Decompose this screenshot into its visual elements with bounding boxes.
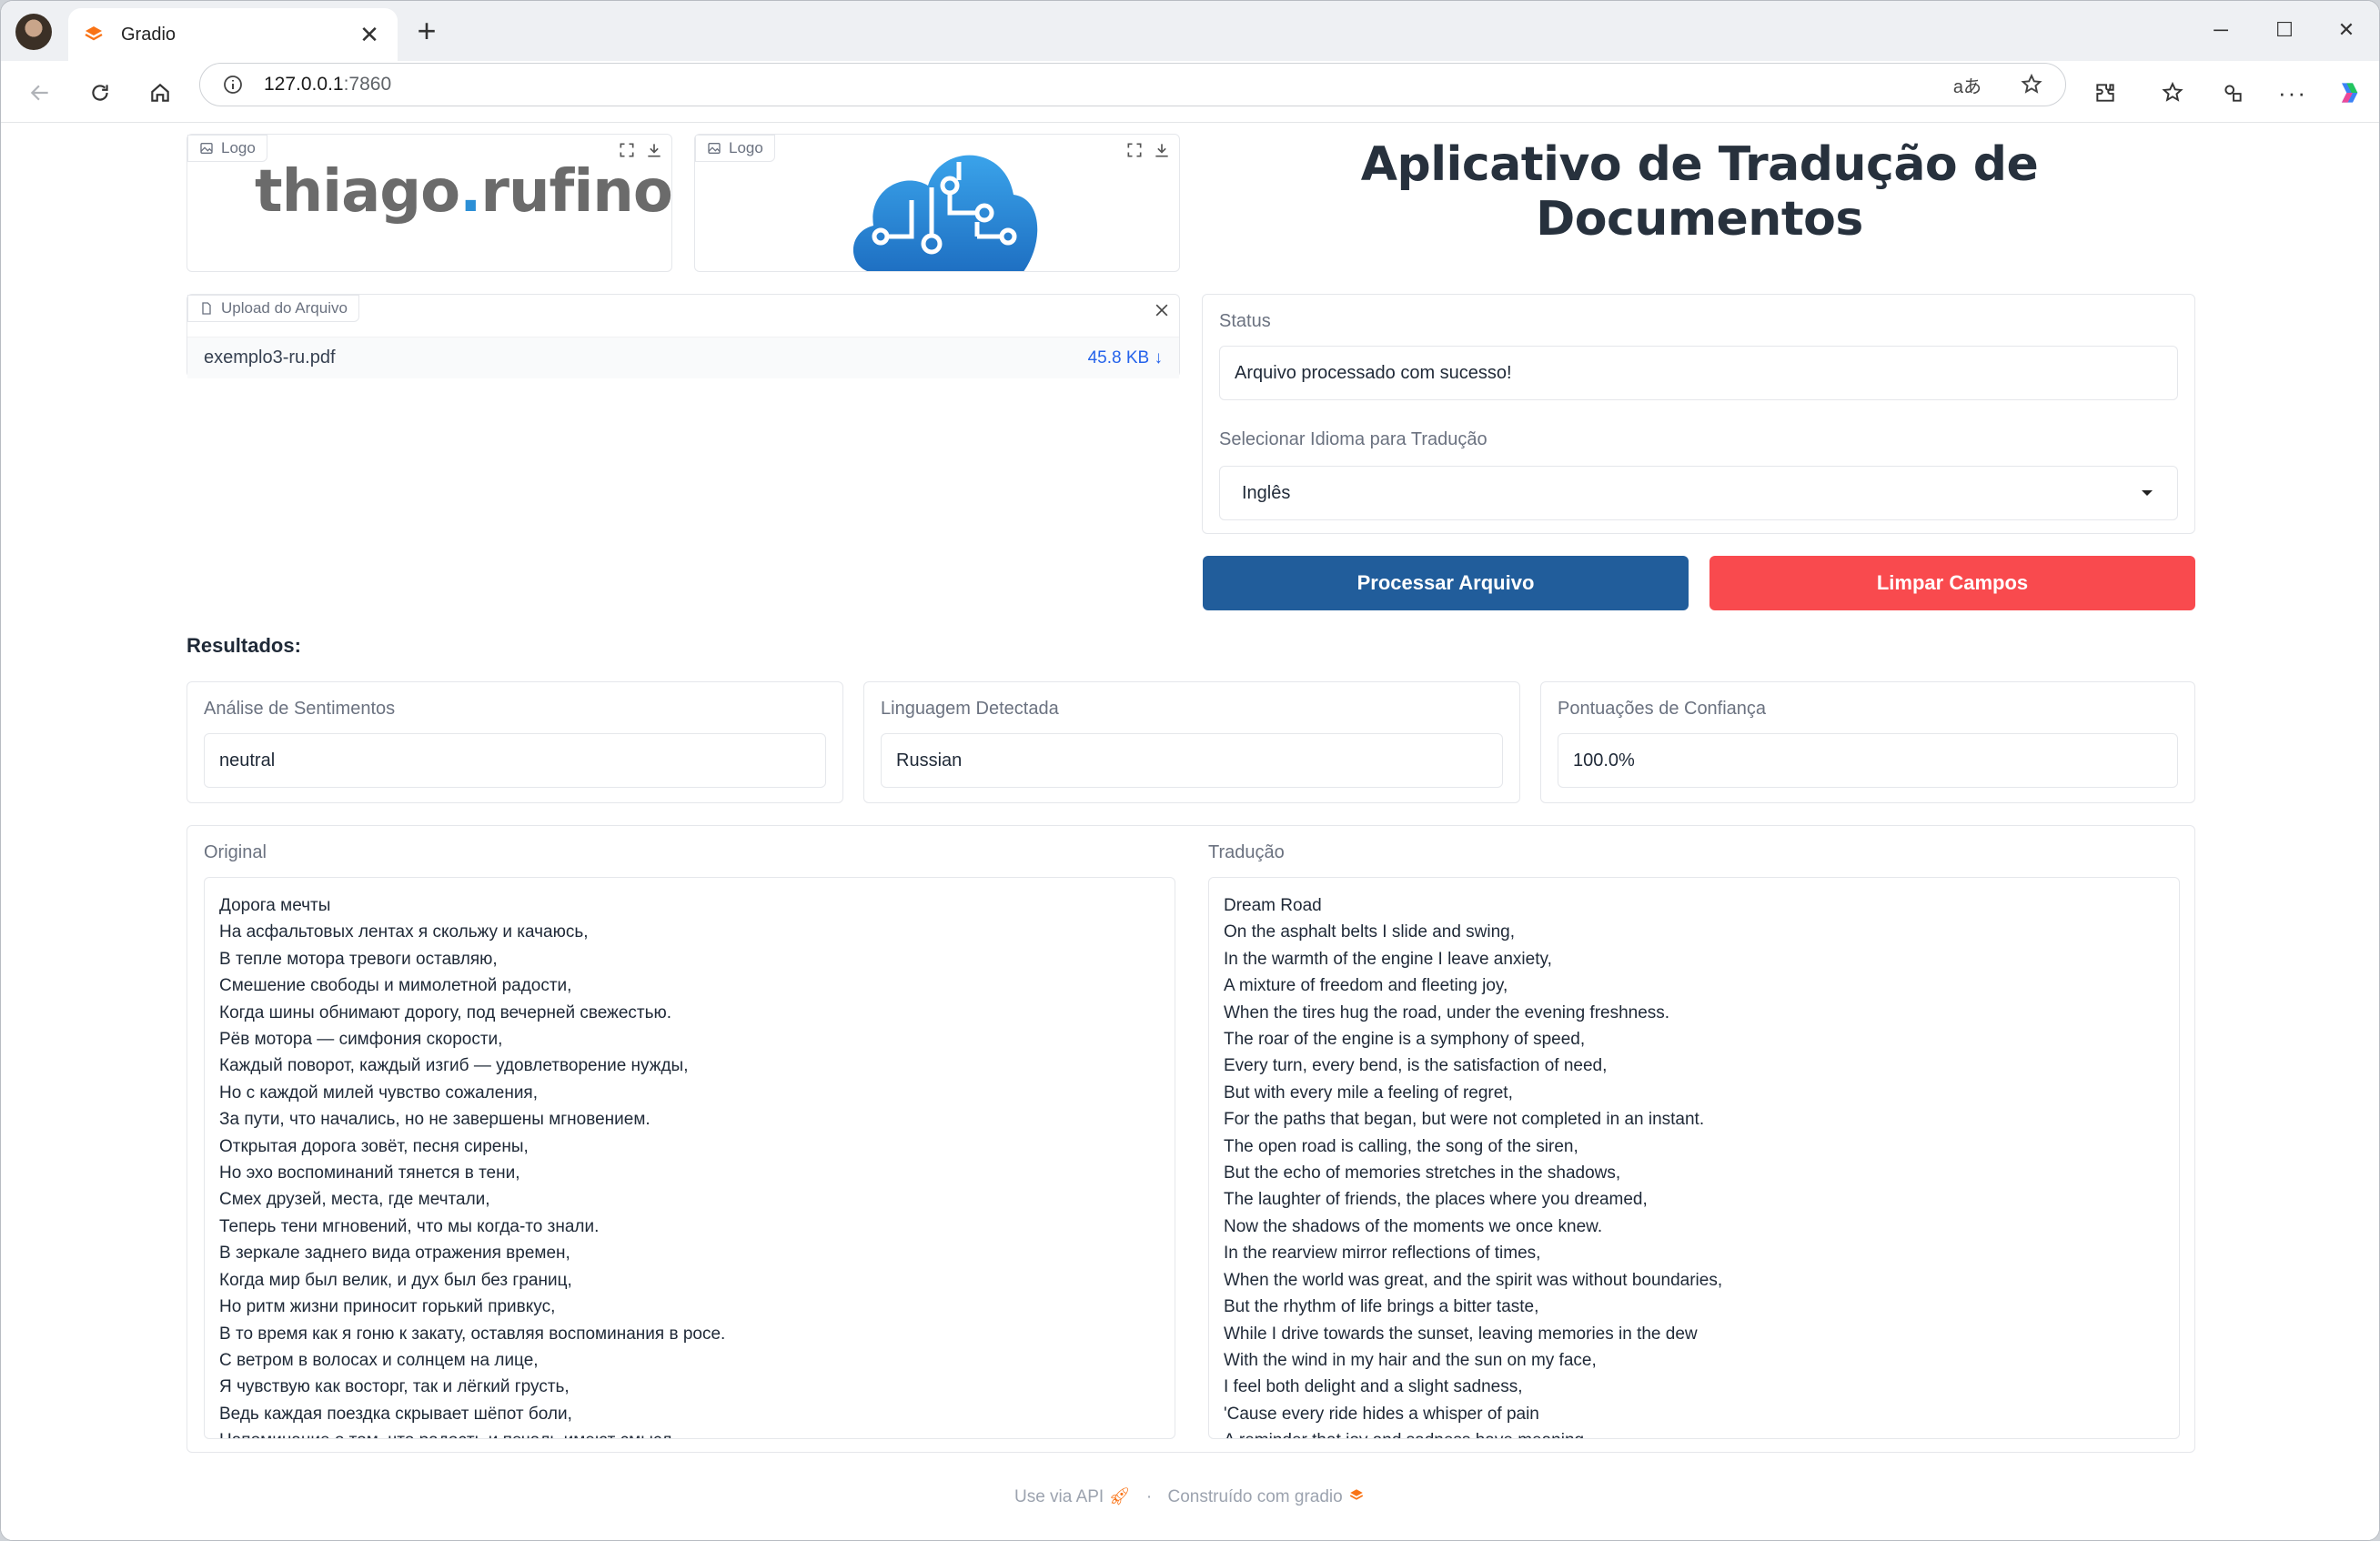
translation-label: Tradução (1208, 842, 1285, 862)
status-textbox[interactable]: Arquivo processado com sucesso! (1219, 346, 2178, 400)
file-upload[interactable]: Upload do Arquivo exemplo3-ru.pdf 45.8 K… (187, 294, 1180, 378)
image-icon (200, 143, 213, 154)
image-icon (708, 143, 721, 154)
texts-panel: Original Дорога мечты На асфальтовых лен… (187, 825, 2195, 1453)
status-label: Status (1219, 311, 1271, 331)
site-info-icon[interactable] (222, 74, 244, 96)
gradio-favicon-icon (85, 26, 103, 41)
confidence-label: Pontuações de Confiança (1558, 699, 1767, 719)
uploaded-file-row: exemplo3-ru.pdf 45.8 KB ↓ (187, 337, 1179, 378)
confidence-panel: Pontuações de Confiança 100.0% (1540, 681, 2195, 803)
collections-icon[interactable] (2212, 72, 2254, 114)
detected-language-label: Linguagem Detectada (881, 699, 1059, 719)
address-bar[interactable]: 127.0.0.1:7860 aあ (199, 63, 2066, 106)
fullscreen-icon[interactable] (1123, 138, 1146, 162)
file-icon (202, 302, 211, 315)
logo-image-1: Logo thiago.rufino (187, 134, 673, 272)
footer: Use via API 🚀︎ · Construído com gradio (1, 1486, 2379, 1507)
footer-separator: · (1145, 1487, 1153, 1506)
add-favorite-star-icon[interactable] (2020, 73, 2043, 96)
sentiment-panel: Análise de Sentimentos neutral (187, 681, 843, 803)
built-with-gradio-link[interactable]: Construído com gradio (1168, 1487, 1343, 1506)
clear-upload-icon[interactable] (1150, 298, 1174, 322)
read-aloud-icon[interactable]: aあ (1953, 72, 1982, 98)
process-file-button[interactable]: Processar Arquivo (1203, 556, 1689, 610)
logo-wordmark: thiago.rufino (255, 158, 673, 226)
maximize-icon[interactable]: ☐ (2257, 10, 2312, 50)
extensions-icon[interactable] (2084, 72, 2126, 114)
sentiment-textbox[interactable]: neutral (204, 733, 826, 788)
language-dropdown-value: Inglês (1242, 482, 1291, 503)
home-icon[interactable] (139, 72, 181, 114)
browser-tab[interactable]: Gradio ✕ (68, 8, 398, 61)
back-icon[interactable] (19, 72, 61, 114)
confidence-textbox[interactable]: 100.0% (1558, 733, 2178, 788)
reload-icon[interactable] (79, 72, 121, 114)
rocket-icon: 🚀︎ (1108, 1487, 1131, 1506)
new-tab-icon[interactable]: + (408, 14, 445, 50)
dropdown-arrow-icon (2142, 490, 2153, 496)
cloud-circuit-icon (852, 155, 1038, 271)
file-download-link[interactable]: 45.8 KB ↓ (1088, 348, 1163, 368)
detected-language-textbox[interactable]: Russian (881, 733, 1503, 788)
favorites-icon[interactable] (2152, 72, 2193, 114)
language-dropdown[interactable]: Inglês (1219, 466, 2178, 520)
upload-label: Upload do Arquivo (187, 295, 359, 322)
close-window-icon[interactable]: ✕ (2319, 10, 2374, 50)
browser-window: Gradio ✕ + ─ ☐ ✕ ··· 127.0.0.1:7860 aあ L… (0, 0, 2380, 1541)
original-label: Original (204, 842, 267, 862)
logo-label: Logo (695, 135, 775, 162)
original-textarea[interactable]: Дорога мечты На асфальтовых лентах я ско… (204, 877, 1175, 1439)
url-text: 127.0.0.1:7860 (264, 74, 392, 95)
clear-fields-button[interactable]: Limpar Campos (1709, 556, 2195, 610)
status-panel: Status Arquivo processado com sucesso! S… (1202, 294, 2195, 534)
close-tab-icon[interactable]: ✕ (356, 21, 383, 49)
use-via-api-link[interactable]: Use via API (1014, 1487, 1104, 1506)
detected-language-panel: Linguagem Detectada Russian (863, 681, 1520, 803)
tab-bar: Gradio ✕ + ─ ☐ ✕ (1, 1, 2379, 61)
translation-textarea[interactable]: Dream Road On the asphalt belts I slide … (1208, 877, 2180, 1439)
page-title: Aplicativo de Tradução de Documentos (1360, 137, 2039, 247)
logo-image-2: Logo (694, 134, 1180, 272)
more-options-icon[interactable]: ··· (2272, 72, 2314, 114)
copilot-icon[interactable] (2328, 72, 2370, 114)
sentiment-label: Análise de Sentimentos (204, 699, 396, 719)
download-icon[interactable] (1150, 138, 1174, 162)
tab-title: Gradio (121, 24, 176, 45)
results-heading: Resultados: (187, 634, 301, 657)
profile-avatar[interactable] (15, 14, 52, 50)
language-select-label: Selecionar Idioma para Tradução (1219, 429, 1488, 449)
uploaded-filename: exemplo3-ru.pdf (204, 347, 336, 368)
gradio-logo-icon (1349, 1489, 1364, 1500)
minimize-icon[interactable]: ─ (2193, 10, 2248, 50)
